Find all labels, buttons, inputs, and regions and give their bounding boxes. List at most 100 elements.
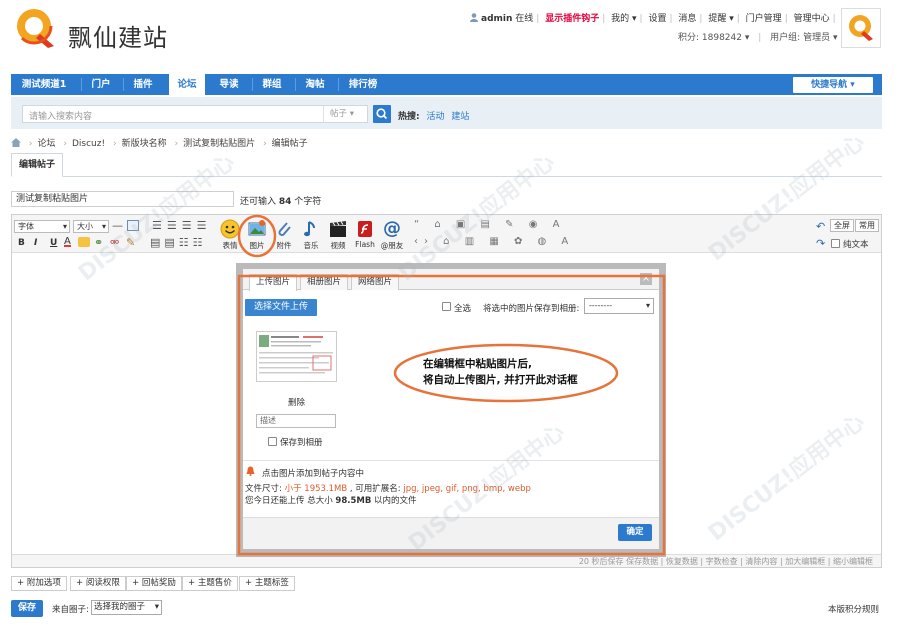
fullscreen-button[interactable]: 全屏 (830, 219, 854, 232)
user-icon (470, 13, 478, 22)
site-logo-icon[interactable] (12, 6, 60, 50)
music-tool[interactable]: 音乐 (299, 219, 323, 251)
nav-item-plugins[interactable]: 插件 (126, 74, 160, 95)
attachment-tool[interactable]: 附件 (272, 219, 296, 251)
breadcrumb: › 论坛 › Discuz! › 新版块名称 › 测试复制粘贴图片 › 编辑帖子 (11, 136, 308, 149)
points-menu[interactable]: 积分: 1898242 ▾ (678, 33, 749, 43)
search-type-select[interactable]: 帖子 ▾ (323, 106, 367, 122)
circle-select[interactable]: 选择我的圈子 ▾ (91, 600, 162, 615)
select-all-label: 全选 (454, 304, 472, 314)
select-all-checkbox[interactable] (442, 302, 451, 311)
align-icons[interactable]: ☰☰☰☰ (152, 219, 211, 232)
bg-color-icon[interactable] (78, 237, 90, 247)
hot-word-link[interactable]: 活动 (426, 112, 444, 122)
site-name[interactable]: 飘仙建站 (68, 18, 168, 53)
nav-item-collections[interactable]: 淘帖 (298, 74, 332, 95)
link-icon[interactable]: ⚭ (94, 236, 103, 249)
flash-icon (358, 221, 372, 237)
hot-label: 热搜: (398, 112, 420, 122)
emoji-tool[interactable]: 表情 (218, 219, 242, 251)
close-icon[interactable]: × (640, 273, 652, 285)
save-to-album-label: 将选中的图片保存到相册: (483, 304, 580, 314)
misc-tool-icons[interactable]: ‹› ⌂ ▥ ▦ ✿ ◍ A (414, 236, 574, 247)
messages-link[interactable]: 消息 (678, 14, 696, 24)
online-status[interactable]: 在线 (515, 14, 533, 24)
nav-item-test-channel[interactable]: 测试频道1 (11, 74, 77, 95)
portal-admin-link[interactable]: 门户管理 (746, 14, 782, 24)
video-tool[interactable]: 视频 (326, 219, 350, 251)
board-points-rules-link[interactable]: 本版积分规则 (828, 603, 879, 615)
tab-edit-post[interactable]: 编辑帖子 (11, 153, 63, 177)
separator-line-icon[interactable]: — (112, 219, 123, 232)
search-icon (376, 108, 388, 120)
tab-web-image[interactable]: 网络图片 (351, 274, 399, 290)
album-select[interactable]: -------- ▾ (584, 298, 654, 314)
option-read-permission[interactable]: + 阅读权限 (70, 576, 126, 591)
font-size-select[interactable]: 大小 ▾ (73, 220, 109, 233)
paperclip-icon (278, 222, 291, 236)
image-description-input[interactable]: 描述 (256, 414, 336, 428)
option-thread-price[interactable]: + 主题售价 (182, 576, 238, 591)
nav-item-forum[interactable]: 论坛 (169, 74, 205, 95)
clear-format-icon[interactable]: ✎ (126, 236, 135, 249)
common-button[interactable]: 常用 (855, 219, 879, 232)
hot-word-link[interactable]: 建站 (451, 112, 469, 122)
dialog-footer (243, 517, 659, 549)
breadcrumb-board[interactable]: 新版块名称 (122, 139, 167, 149)
confirm-button[interactable]: 确定 (618, 524, 652, 541)
underline-icon[interactable]: U (50, 238, 57, 248)
font-color-icon[interactable]: A (64, 236, 71, 247)
option-extra[interactable]: + 附加选项 (11, 576, 67, 591)
avatar[interactable] (841, 8, 881, 48)
redo-icon[interactable]: ↷ (816, 237, 825, 250)
clapperboard-icon (330, 221, 346, 237)
bold-icon[interactable]: B (18, 238, 25, 248)
nav-item-ranking[interactable]: 排行榜 (341, 74, 385, 95)
dialog-tab-bar: 上传图片 相册图片 网络图片 (243, 269, 659, 291)
from-circle-label: 来自圈子: (52, 605, 89, 615)
tab-upload-image[interactable]: 上传图片 (249, 274, 297, 291)
font-family-select[interactable]: 字体 ▾ (14, 220, 70, 233)
save-button[interactable]: 保存 (11, 600, 43, 617)
plain-text-checkbox[interactable] (831, 239, 840, 248)
nav-item-portal[interactable]: 门户 (84, 74, 118, 95)
hot-search: 热搜: 活动 建站 (398, 109, 469, 122)
breadcrumb-forum[interactable]: 论坛 (37, 139, 55, 149)
subject-input[interactable]: 测试复制粘贴图片 (11, 191, 234, 207)
tab-album-image[interactable]: 相册图片 (300, 274, 348, 290)
usergroup-menu[interactable]: 用户组: 管理员 ▾ (770, 33, 837, 43)
editor-status-links[interactable]: 20 秒后保存 保存数据 | 恢复数据 | 字数检查 | 清除内容 | 加大编辑… (579, 556, 873, 567)
home-icon[interactable] (11, 138, 21, 149)
uploaded-image-thumbnail[interactable] (256, 331, 337, 382)
quote-code-icons[interactable]: “ ⌂ ▣ ▤ ✎ ◉ A (414, 219, 565, 230)
admin-center-link[interactable]: 管理中心 (794, 14, 830, 24)
delete-image-link[interactable]: 删除 (288, 396, 305, 408)
bell-icon (246, 466, 255, 479)
nav-item-groups[interactable]: 群组 (255, 74, 289, 95)
my-menu[interactable]: 我的 ▾ (611, 14, 636, 24)
image-tool[interactable]: 图片 (245, 219, 269, 251)
settings-link[interactable]: 设置 (648, 14, 666, 24)
choose-file-button[interactable]: 选择文件上传 (245, 299, 317, 316)
undo-icon[interactable]: ↶ (816, 220, 825, 233)
save-to-album-checkbox[interactable] (268, 437, 277, 446)
search-input[interactable]: 请输入搜索内容 帖子 ▾ (22, 105, 368, 123)
notices-menu[interactable]: 提醒 ▾ (708, 14, 733, 24)
option-thread-tags[interactable]: + 主题标签 (239, 576, 295, 591)
plugin-hook-link[interactable]: 显示插件钩子 (545, 14, 599, 24)
unlink-icon[interactable]: ⚮ (110, 236, 119, 249)
breadcrumb-thread[interactable]: 测试复制粘贴图片 (183, 139, 255, 149)
quick-nav-button[interactable]: 快捷导航 ▾ (793, 77, 873, 93)
breadcrumb-discuz[interactable]: Discuz! (72, 139, 105, 149)
nav-item-guide[interactable]: 导读 (212, 74, 246, 95)
flash-tool[interactable]: Flash (353, 219, 377, 249)
option-reply-reward[interactable]: + 回帖奖励 (126, 576, 182, 591)
breadcrumb-current: 编辑帖子 (271, 139, 308, 149)
search-button[interactable] (373, 105, 391, 123)
username-link[interactable]: admin (481, 14, 512, 24)
tab-divider (11, 176, 882, 177)
italic-icon[interactable]: I (34, 238, 37, 248)
list-icons[interactable]: ▤▤☷☷ (150, 236, 207, 249)
mention-tool[interactable]: @ @朋友 (380, 219, 404, 251)
table-icon[interactable] (127, 220, 139, 231)
